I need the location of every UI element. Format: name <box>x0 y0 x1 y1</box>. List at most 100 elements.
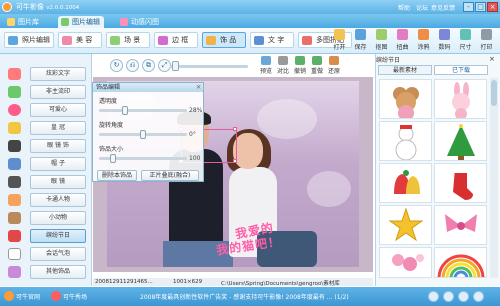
rotation-slider-thumb[interactable] <box>140 130 146 139</box>
rotate-button[interactable]: ↻ <box>110 59 123 72</box>
category-glasses[interactable]: 眼 镜 <box>6 173 88 191</box>
cutout-icon <box>376 29 387 40</box>
file-name: 200812911291465... <box>95 279 153 285</box>
size-button[interactable]: 尺寸 <box>455 27 476 53</box>
help-link[interactable]: 帮助 <box>398 3 410 12</box>
app-logo-icon <box>2 2 12 12</box>
tab-image-edit[interactable]: 图片编辑 <box>58 16 104 28</box>
maximize-button[interactable]: □ <box>475 2 486 12</box>
edit-panel-close-button[interactable]: × <box>194 83 203 92</box>
tab-animation[interactable]: 动感闪图 <box>117 16 163 28</box>
tab-beauty[interactable]: 美 容 <box>58 32 102 48</box>
frame-icon <box>158 36 168 45</box>
thumbnail-teddy-bear[interactable] <box>379 79 432 119</box>
opacity-slider-thumb[interactable] <box>121 106 128 115</box>
save-button[interactable]: 保存 <box>350 27 371 53</box>
tab-scene[interactable]: 场 景 <box>106 32 150 48</box>
forum-link[interactable]: 论坛 <box>416 3 428 12</box>
music-icon[interactable] <box>458 291 469 302</box>
image-status-line: 200812911291465... 1001×629 C:\Users\Spr… <box>93 278 373 287</box>
flip-button[interactable]: ⎌ <box>126 59 139 72</box>
redo-button[interactable]: 重做 <box>309 56 325 76</box>
feedback-link[interactable]: 意见反馈 <box>431 3 455 12</box>
other-icon <box>8 266 21 278</box>
material-panel-close[interactable]: × <box>489 55 497 63</box>
size-value: 100 <box>189 155 201 162</box>
christmas-tree-icon <box>447 124 475 160</box>
minimize-button[interactable]: - <box>463 2 474 12</box>
tab-text[interactable]: 文 字 <box>250 32 294 48</box>
bunny-icon <box>452 82 470 118</box>
category-other[interactable]: 其他饰品 <box>6 263 88 281</box>
cutout-button[interactable]: 抠图 <box>371 27 392 53</box>
crown-icon <box>8 122 21 134</box>
undo-icon <box>295 56 305 65</box>
category-cartoon[interactable]: 卡通人物 <box>6 191 88 209</box>
thumbnail-pink-ribbon[interactable] <box>434 205 487 245</box>
tab-photo-edit[interactable]: 照片编辑 <box>4 32 54 48</box>
print-button[interactable]: 打印 <box>476 27 497 53</box>
photo-edit-icon <box>8 36 18 45</box>
resize-handle[interactable] <box>233 127 237 131</box>
chat-icon[interactable] <box>443 291 454 302</box>
undo-button[interactable]: 撤销 <box>292 56 308 76</box>
tab-image-library[interactable]: 图片库 <box>4 16 43 28</box>
thumbnail-christmas-stocking[interactable] <box>434 163 487 203</box>
category-crown[interactable]: 皇 冠 <box>6 119 88 137</box>
title-bar: 可牛影像 v2.0.0.1004 帮助 论坛 意见反馈 - □ × <box>0 0 500 14</box>
warp-button[interactable]: 扭曲 <box>392 27 413 53</box>
category-cute-heart[interactable]: 可爱心 <box>6 101 88 119</box>
zoom-slider[interactable] <box>170 65 248 68</box>
thumbnail-pink-bunny[interactable] <box>434 79 487 119</box>
bottom-bar: 可牛官网 可牛秀场 2008年度最具创新性软件广告奖 - 感谢支持可牛影像! 2… <box>0 287 500 306</box>
thumbnail-snowman[interactable] <box>379 121 432 161</box>
category-festival[interactable]: 缤纷节日 <box>6 227 88 245</box>
resize-handle[interactable] <box>233 159 237 163</box>
preview-button[interactable]: 预览 <box>258 56 274 76</box>
thumbnail-christmas-tree[interactable] <box>434 121 487 161</box>
compare-button[interactable]: 对比 <box>275 56 291 76</box>
tab-frame[interactable]: 边 框 <box>154 32 198 48</box>
cartoon-icon <box>8 194 21 206</box>
tab-downloaded[interactable]: 已下载 <box>434 65 488 75</box>
thumbnail-star-wreath[interactable] <box>379 205 432 245</box>
category-nonmainstream[interactable]: 非主流印 <box>6 83 88 101</box>
size-slider-thumb[interactable] <box>110 154 117 163</box>
ribbon-icon <box>445 214 477 232</box>
tab-latest-materials[interactable]: 最新素材 <box>378 65 432 75</box>
snowman-icon <box>395 125 417 160</box>
delete-decoration-button[interactable]: 删除本饰品 <box>97 170 137 181</box>
resize-icon <box>460 29 471 40</box>
tab-decoration[interactable]: 饰 品 <box>202 32 246 48</box>
collage-icon <box>302 36 312 45</box>
multiply-blend-button[interactable]: 正片叠底(融合) <box>141 170 199 181</box>
restore-button[interactable]: 还原 <box>326 56 342 76</box>
thumbnail-pink-hearts[interactable] <box>379 247 432 278</box>
category-speech-bubble[interactable]: 会话气泡 <box>6 245 88 263</box>
open-button[interactable]: 打开 <box>329 27 350 53</box>
show-link[interactable]: 可牛秀场 <box>63 292 87 301</box>
material-scrollbar[interactable] <box>490 78 498 278</box>
settings-icon[interactable] <box>473 291 484 302</box>
category-hat[interactable]: 帽 子 <box>6 155 88 173</box>
close-button[interactable]: × <box>487 2 498 12</box>
zoom-slider-thumb[interactable] <box>172 61 179 71</box>
opacity-slider[interactable] <box>99 109 187 112</box>
edit-panel-title: 饰品编辑 <box>93 83 203 92</box>
category-accessory[interactable]: 眼 镜 饰 <box>6 137 88 155</box>
category-colorful-text[interactable]: 炫彩文字 <box>6 65 88 83</box>
bells-icon <box>394 170 420 194</box>
material-scrollbar-thumb[interactable] <box>491 80 497 106</box>
thumbnail-rainbow[interactable] <box>434 247 487 278</box>
decoration-edit-panel: 饰品编辑 × 透明度 28% 旋转角度 0° 饰品大小 100 删除本饰品 正片… <box>92 82 204 182</box>
category-animal[interactable]: 小动物 <box>6 209 88 227</box>
official-site-link[interactable]: 可牛官网 <box>16 292 40 301</box>
news-ticker[interactable]: 2008年度最具创新性软件广告奖 - 感谢支持可牛影像! 2008年度最有 ..… <box>140 292 349 301</box>
share-icon[interactable] <box>428 291 439 302</box>
app-title: 可牛影像 v2.0.0.1004 <box>16 3 80 11</box>
woman-face <box>233 133 263 169</box>
doodle-button[interactable]: 涂鸦 <box>413 27 434 53</box>
thumbnail-christmas-bells[interactable] <box>379 163 432 203</box>
fit-button[interactable]: ⧉ <box>142 59 155 72</box>
digital-button[interactable]: 数码 <box>434 27 455 53</box>
